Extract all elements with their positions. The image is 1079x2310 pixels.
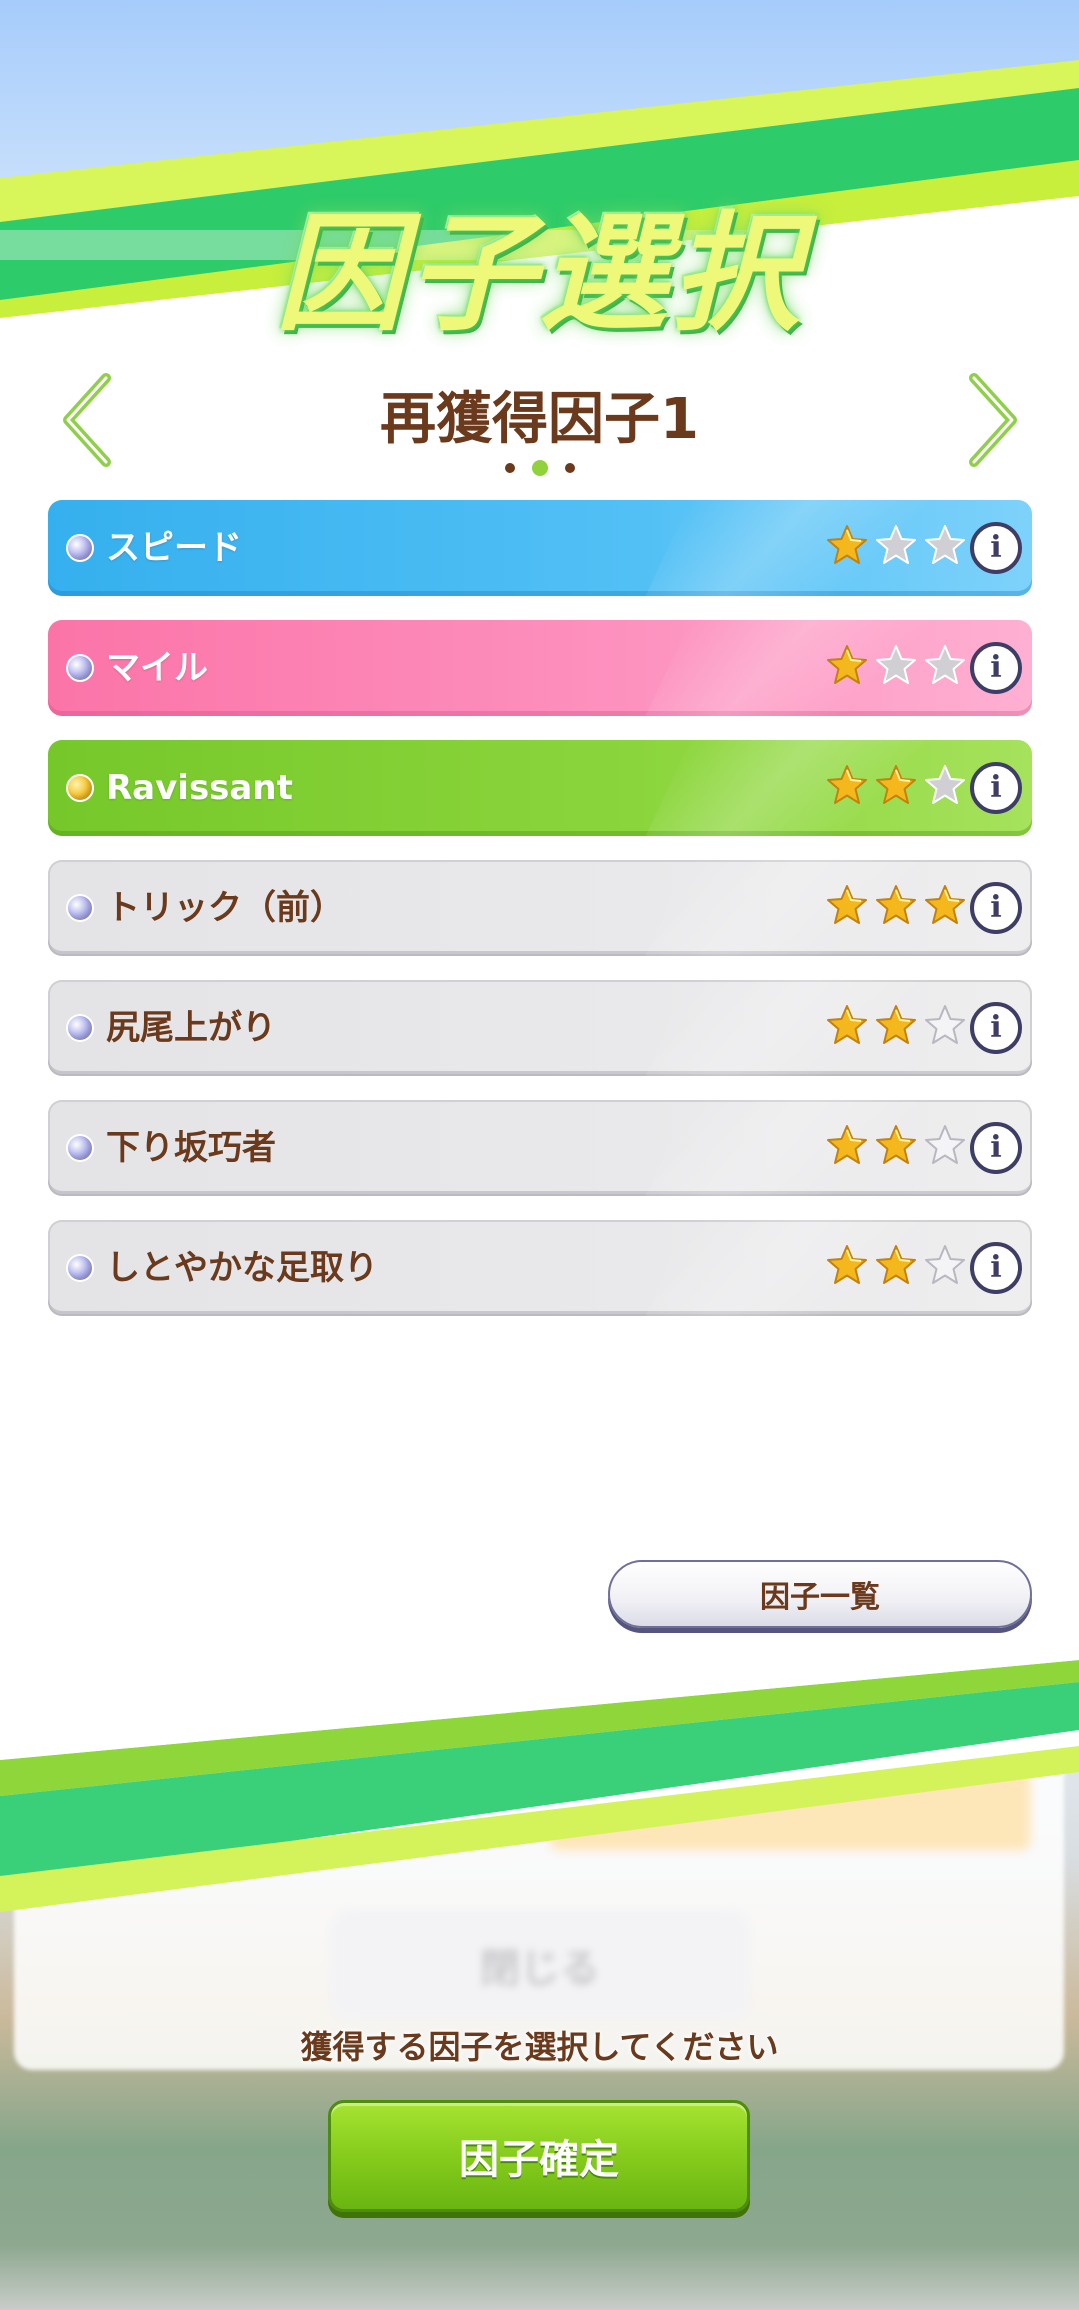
page-dot xyxy=(505,463,515,473)
page-indicator xyxy=(505,460,575,476)
factor-row[interactable]: スピード i xyxy=(48,500,1032,596)
screen-title: 因子選択 xyxy=(275,200,804,349)
factor-name: 下り坂巧者 xyxy=(106,1128,276,1168)
factor-row[interactable]: 下り坂巧者 i xyxy=(48,1100,1032,1196)
factor-name: マイル xyxy=(106,648,208,688)
star-empty-icon xyxy=(876,525,916,564)
factor-row[interactable]: マイル i xyxy=(48,620,1032,716)
info-icon[interactable]: i xyxy=(970,762,1022,814)
chevron-right-icon[interactable] xyxy=(962,370,1022,470)
star-filled-icon xyxy=(827,645,867,684)
star-rating xyxy=(826,644,966,692)
star-empty-icon xyxy=(925,1005,965,1044)
factor-list-button-label: 因子一覧 xyxy=(760,1580,880,1615)
star-empty-icon xyxy=(925,1245,965,1284)
star-empty-icon xyxy=(925,765,965,804)
star-filled-icon xyxy=(827,1125,867,1164)
blue-orb-icon xyxy=(66,1254,94,1282)
info-icon[interactable]: i xyxy=(970,1122,1022,1174)
factor-row[interactable]: しとやかな足取り i xyxy=(48,1220,1032,1316)
star-empty-icon xyxy=(876,645,916,684)
info-icon[interactable]: i xyxy=(970,1002,1022,1054)
info-icon[interactable]: i xyxy=(970,522,1022,574)
page-title: 再獲得因子1 xyxy=(380,387,699,452)
gold-orb-icon xyxy=(66,774,94,802)
factor-name: Ravissant xyxy=(106,768,293,808)
star-filled-icon xyxy=(925,885,965,924)
star-filled-icon xyxy=(876,765,916,804)
factor-name: スピード xyxy=(106,528,242,568)
blue-orb-icon xyxy=(66,894,94,922)
star-filled-icon xyxy=(827,1005,867,1044)
blue-orb-icon xyxy=(66,534,94,562)
factor-row[interactable]: 尻尾上がり i xyxy=(48,980,1032,1076)
confirm-factor-button-label: 因子確定 xyxy=(459,2137,619,2183)
star-rating xyxy=(826,524,966,572)
blue-orb-icon xyxy=(66,1134,94,1162)
star-filled-icon xyxy=(827,885,867,924)
star-filled-icon xyxy=(827,765,867,804)
star-empty-icon xyxy=(925,525,965,564)
confirm-factor-button[interactable]: 因子確定 xyxy=(328,2100,750,2212)
factor-name: 尻尾上がり xyxy=(106,1008,276,1048)
star-filled-icon xyxy=(827,1245,867,1284)
chevron-left-icon[interactable] xyxy=(58,370,118,470)
star-rating xyxy=(826,1124,966,1172)
star-filled-icon xyxy=(876,1125,916,1164)
factor-row[interactable]: トリック（前） i xyxy=(48,860,1032,956)
factor-name: トリック（前） xyxy=(106,888,344,928)
factor-name: しとやかな足取り xyxy=(106,1248,378,1288)
factor-list-button[interactable]: 因子一覧 xyxy=(608,1560,1032,1628)
star-filled-icon xyxy=(876,1245,916,1284)
star-rating xyxy=(826,764,966,812)
factor-row[interactable]: Ravissant i xyxy=(48,740,1032,836)
blue-orb-icon xyxy=(66,1014,94,1042)
page-dot xyxy=(565,463,575,473)
star-rating xyxy=(826,1244,966,1292)
instruction-text: 獲得する因子を選択してください xyxy=(300,2028,779,2066)
page-dot-active xyxy=(532,460,548,476)
info-icon[interactable]: i xyxy=(970,1242,1022,1294)
star-rating xyxy=(826,1004,966,1052)
star-filled-icon xyxy=(827,525,867,564)
info-icon[interactable]: i xyxy=(970,642,1022,694)
blue-orb-icon xyxy=(66,654,94,682)
star-filled-icon xyxy=(876,1005,916,1044)
star-empty-icon xyxy=(925,1125,965,1164)
info-icon[interactable]: i xyxy=(970,882,1022,934)
star-empty-icon xyxy=(925,645,965,684)
star-filled-icon xyxy=(876,885,916,924)
star-rating xyxy=(826,884,966,932)
bottom-stripes xyxy=(0,1650,1079,1912)
background-close-button: 閉じる xyxy=(330,1910,750,2020)
